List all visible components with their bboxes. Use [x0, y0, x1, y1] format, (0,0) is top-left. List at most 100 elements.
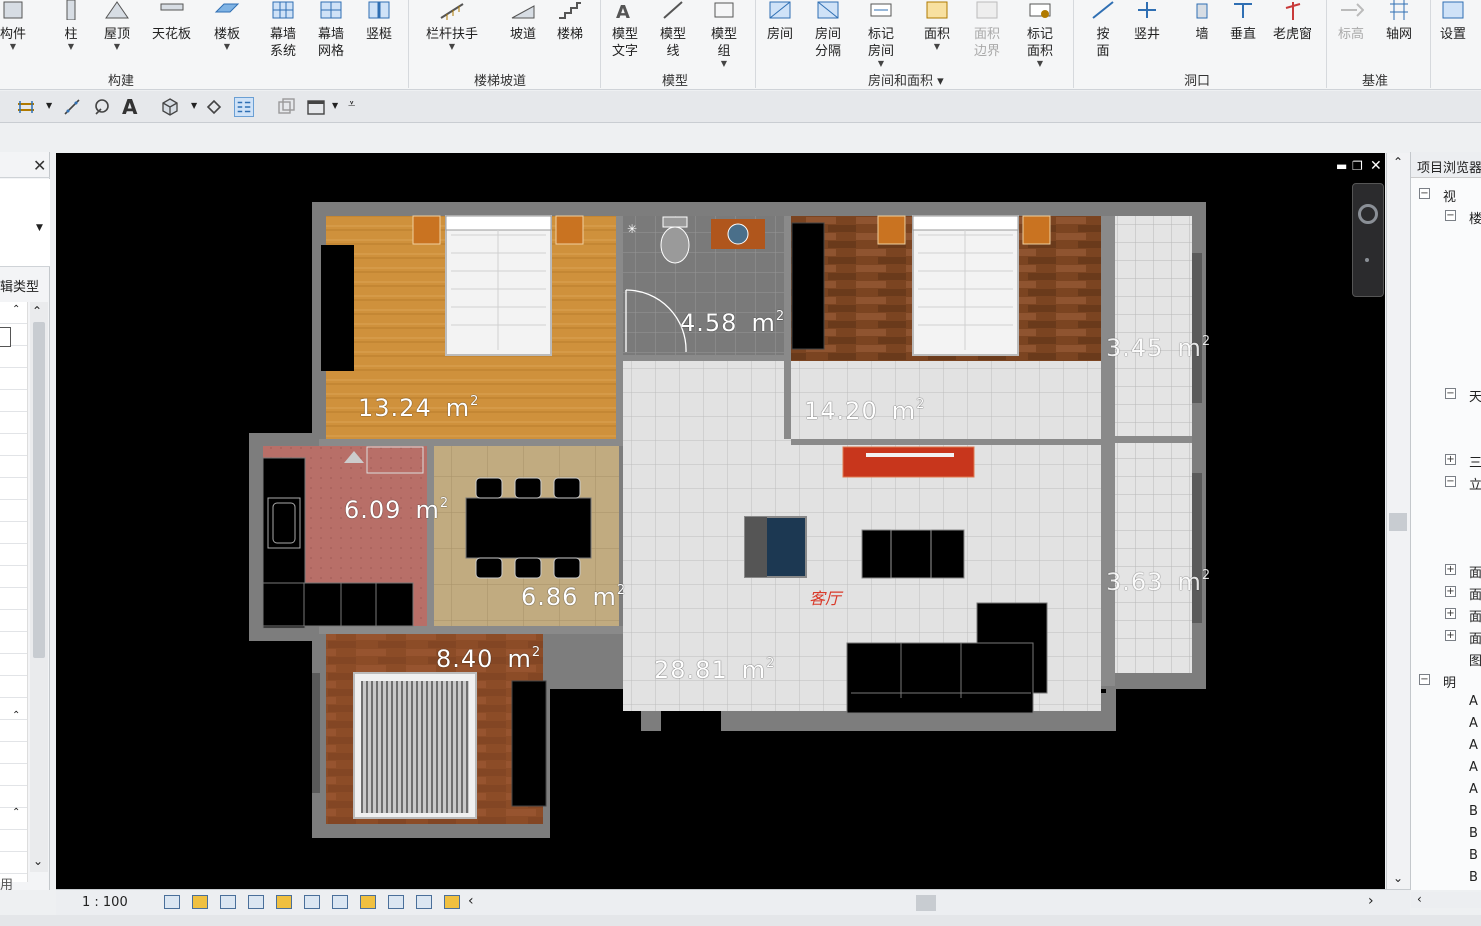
room-area-kitchen[interactable]: 6.09 m2 [344, 496, 449, 524]
shaft-button[interactable]: 竖井 [1134, 0, 1160, 43]
chevron-down-icon[interactable]: ▼ [46, 101, 52, 110]
worksharing-icon[interactable] [416, 895, 432, 909]
browser-tree-item[interactable]: − 楼 [1411, 206, 1481, 227]
collapse-icon[interactable]: − [1445, 388, 1456, 399]
browser-tree-item[interactable]: A [1411, 758, 1481, 778]
grid-button[interactable]: 轴网 [1386, 0, 1412, 43]
drawing-area[interactable]: ▬ ❐ ✕ ✳ 13.24 m2 4.58 m2 14.20 m2 3.45 m… [56, 153, 1385, 889]
expand-icon[interactable]: + [1445, 564, 1456, 575]
collapse-icon[interactable]: ⌃ [12, 304, 20, 315]
room-area-balcony-2[interactable]: 3.63 m2 [1106, 568, 1211, 596]
temporary-view-properties-icon[interactable] [388, 895, 404, 909]
collapse-icon[interactable]: ⌃ [12, 710, 20, 721]
wall-opening-button[interactable]: 墙 [1189, 0, 1215, 43]
component-button[interactable]: 构件 ▼ [0, 0, 26, 51]
dimension-icon[interactable] [92, 97, 112, 117]
scrollbar-thumb[interactable] [33, 322, 45, 658]
browser-tree-item[interactable]: + 三 [1411, 450, 1481, 471]
browser-tree-item[interactable]: B [1411, 846, 1481, 866]
browser-tree-item[interactable]: − 立 [1411, 472, 1481, 493]
chevron-down-icon[interactable]: ▼ [36, 223, 43, 233]
align-icon[interactable] [16, 97, 36, 117]
browser-tree-item[interactable]: − 明 [1411, 670, 1481, 691]
room-area-bathroom[interactable]: 4.58 m2 [680, 309, 785, 337]
browser-tree-item[interactable]: 图 [1411, 648, 1481, 669]
expand-icon[interactable]: + [1445, 586, 1456, 597]
scale-selector[interactable]: 1 : 100 [82, 895, 128, 910]
room-separator-button[interactable]: 房间 分隔 [815, 0, 841, 60]
close-hidden-windows-icon[interactable] [276, 97, 296, 117]
scroll-down-icon[interactable]: ⌄ [1393, 871, 1403, 885]
chevron-down-icon[interactable]: ▼ [332, 101, 338, 110]
switch-windows-icon[interactable] [306, 97, 326, 117]
curtain-grid-button[interactable]: 幕墙 网格 [318, 0, 344, 60]
room-area-living[interactable]: 28.81 m2 [654, 656, 775, 684]
roof-button[interactable]: 屋顶 ▼ [104, 0, 130, 51]
browser-tree-item[interactable]: − 天 [1411, 384, 1481, 405]
browser-tree-item[interactable]: A [1411, 692, 1481, 712]
show-crop-icon[interactable] [304, 895, 320, 909]
scroll-down-icon[interactable]: ⌄ [33, 854, 43, 868]
visual-style-icon[interactable] [192, 895, 208, 909]
sun-path-icon[interactable] [220, 895, 236, 909]
text-icon[interactable]: A [122, 95, 137, 119]
reveal-hidden-icon[interactable] [360, 895, 376, 909]
expand-icon[interactable]: + [1445, 454, 1456, 465]
apply-button[interactable]: 用 [0, 874, 13, 893]
floor-plan[interactable]: ✳ [56, 153, 1385, 889]
dormer-button[interactable]: 老虎窗 [1273, 0, 1312, 43]
collapse-icon[interactable]: ⌃ [12, 807, 20, 818]
panel-title-room-area[interactable]: 房间和面积 ▾ [868, 70, 944, 89]
model-group-button[interactable]: 模型 组 ▼ [711, 0, 737, 68]
settings-button[interactable]: 设置 [1440, 0, 1466, 43]
browser-tree-item[interactable]: A [1411, 714, 1481, 734]
tag-room-button[interactable]: 标记 房间 ▼ [868, 0, 894, 68]
shadows-icon[interactable] [248, 895, 264, 909]
view-scrollbar[interactable]: ⌃ ⌄ [1386, 153, 1410, 889]
floor-button[interactable]: 楼板 ▼ [214, 0, 240, 51]
checkbox[interactable] [0, 327, 11, 347]
crop-view-icon[interactable] [276, 895, 292, 909]
browser-tree-item[interactable]: + 面 [1411, 560, 1481, 581]
hscroll-thumb[interactable] [916, 895, 936, 911]
room-area-bedroom-1[interactable]: 13.24 m2 [358, 394, 479, 422]
scroll-left-icon[interactable]: ‹ [1417, 892, 1422, 906]
properties-grid[interactable] [0, 302, 28, 882]
browser-tree-item[interactable]: B [1411, 868, 1481, 888]
browser-tree-item[interactable]: − 视 [1411, 184, 1481, 205]
balcony-2-floor[interactable] [1115, 443, 1192, 673]
collapse-icon[interactable]: − [1445, 210, 1456, 221]
expand-icon[interactable]: + [1445, 608, 1456, 619]
detail-level-icon[interactable] [164, 895, 180, 909]
column-button[interactable]: 柱 ▼ [58, 0, 84, 51]
browser-tree-item[interactable]: B [1411, 824, 1481, 844]
area-boundary-button[interactable]: 面积 边界 [974, 0, 1000, 60]
default-3d-view-icon[interactable] [160, 97, 180, 117]
browser-tree-item[interactable]: A [1411, 780, 1481, 800]
browser-tree-item[interactable]: + 面 [1411, 582, 1481, 603]
balcony-1-floor[interactable] [1115, 216, 1192, 436]
model-text-button[interactable]: A 模型 文字 [612, 0, 638, 60]
railing-button[interactable]: 栏杆扶手 ▼ [426, 0, 478, 51]
temporary-hide-icon[interactable] [332, 895, 348, 909]
room-area-balcony-1[interactable]: 3.45 m2 [1106, 334, 1211, 362]
edit-type-label[interactable]: 辑类型 [0, 276, 39, 295]
ceiling-button[interactable]: 天花板 [152, 0, 191, 43]
expand-icon[interactable]: + [1445, 630, 1456, 641]
browser-tree-item[interactable]: + 面 [1411, 604, 1481, 625]
collapse-icon[interactable]: − [1445, 476, 1456, 487]
by-face-button[interactable]: 按 面 [1090, 0, 1116, 60]
room-area-bedroom-3[interactable]: 8.40 m2 [436, 645, 541, 673]
model-line-button[interactable]: 模型 线 [660, 0, 686, 60]
scroll-up-icon[interactable]: ⌃ [32, 304, 42, 318]
chevron-down-icon[interactable]: ▼ [191, 101, 197, 110]
browser-tree-item[interactable]: + 面 [1411, 626, 1481, 647]
collapse-icon[interactable]: − [1419, 674, 1430, 685]
analytical-model-icon[interactable] [444, 895, 460, 909]
browser-tree-item[interactable]: A [1411, 736, 1481, 756]
tag-area-button[interactable]: 标记 面积 ▼ [1027, 0, 1053, 68]
scroll-up-icon[interactable]: ⌃ [1393, 155, 1403, 169]
curtain-system-button[interactable]: 幕墙 系统 [270, 0, 296, 60]
level-button[interactable]: 标高 [1338, 0, 1364, 43]
area-button[interactable]: 面积 ▼ [924, 0, 950, 51]
